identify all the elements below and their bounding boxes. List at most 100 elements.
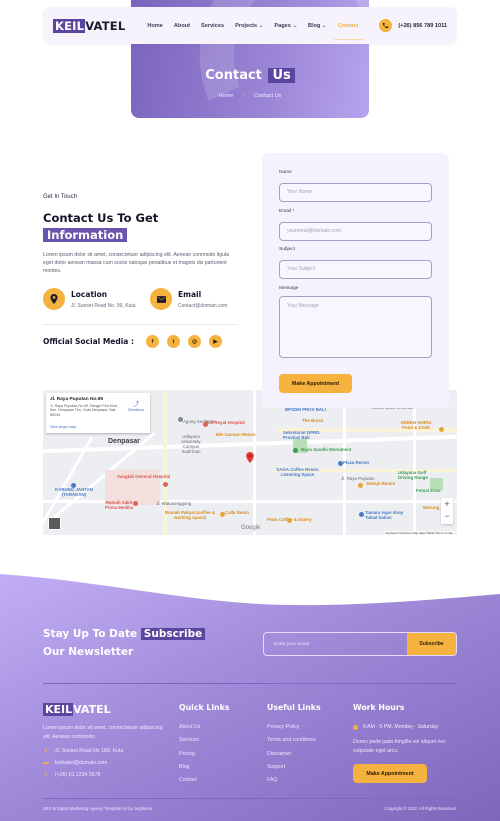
footer-description: Lorem ipsum dolor sit amet, consectetuer…: [43, 725, 163, 740]
nav-item-pages[interactable]: Pages ⌄: [274, 7, 297, 44]
zoom-in-button[interactable]: +: [441, 498, 453, 510]
quick-links-heading: Quick Links: [179, 703, 230, 712]
logo-highlight: KEIL: [53, 18, 86, 33]
nav-item-home[interactable]: Home: [147, 7, 163, 44]
map-label: Bali Royal Hospital: [205, 420, 245, 425]
instagram-icon[interactable]: ◎: [187, 335, 201, 348]
footer-phone-text[interactable]: (+26) 81 1234 5678: [55, 772, 100, 778]
email-value[interactable]: Contact@domain.com: [178, 303, 228, 309]
footer-about: KEIL VATEL Lorem ipsum dolor sit amet, c…: [43, 703, 163, 778]
map-road: [413, 390, 416, 535]
map-poi-icon[interactable]: [293, 448, 298, 453]
footer-email: ▬ keilvatel@domain.com: [43, 760, 163, 766]
map-poi-icon[interactable]: [359, 512, 364, 517]
location-value: Jl. Sunset Road No. 99, Kuta: [71, 303, 136, 309]
location-map[interactable]: Jl. Raya Puputan No.99 Jl. Raya Puputan …: [43, 390, 457, 535]
breadcrumb-home-link[interactable]: Home: [219, 93, 234, 99]
map-poi-icon[interactable]: [133, 501, 138, 506]
nav-item-about[interactable]: About: [174, 7, 190, 44]
chevron-down-icon: ⌄: [321, 22, 328, 29]
section-eyebrow: Get In Touch: [43, 194, 77, 200]
map-poi-icon[interactable]: [358, 483, 363, 488]
zoom-out-button[interactable]: −: [441, 510, 453, 522]
message-textarea[interactable]: [279, 296, 432, 358]
nav-item-services[interactable]: Services: [201, 7, 224, 44]
nav-item-label: Services: [201, 22, 225, 29]
footer-link-blog[interactable]: Blog: [179, 764, 229, 770]
map-label: Warung: [423, 505, 440, 510]
page-title-highlight: Us: [268, 68, 295, 83]
nav-item-projects[interactable]: Projects ⌄: [235, 7, 264, 44]
contact-heading-highlight: Information: [43, 228, 128, 242]
facebook-icon[interactable]: f: [145, 335, 159, 348]
footer-email-text[interactable]: keilvatel@domain.com: [55, 760, 107, 766]
map-poi-icon[interactable]: [287, 518, 292, 523]
footer-link-privacy[interactable]: Privacy Policy: [267, 724, 321, 730]
map-zoom-control: + −: [441, 498, 453, 524]
footer-useful-links: Useful Links Privacy Policy Terms and co…: [267, 703, 321, 790]
footer-make-appointment-button[interactable]: Make Appointment: [353, 764, 427, 783]
subscribe-button[interactable]: Subscribe: [407, 633, 456, 655]
footer-logo[interactable]: KEIL VATEL: [43, 703, 163, 716]
map-pin-icon: [43, 288, 65, 310]
newsletter-email-input[interactable]: [264, 633, 407, 655]
map-poi-icon[interactable]: [220, 512, 225, 517]
footer-phone: ✆ (+26) 81 1234 5678: [43, 772, 163, 778]
map-pin-icon: ●: [44, 748, 48, 754]
chevron-down-icon: ⌄: [292, 22, 298, 29]
nav-item-contact[interactable]: Contact: [333, 7, 363, 44]
clock-icon: [353, 724, 358, 730]
email-title: Email: [178, 290, 202, 299]
name-input[interactable]: [279, 182, 432, 202]
contact-description: Lorem ipsum dolor sit amet, consectetuer…: [43, 252, 229, 275]
footer-copyright: Copyright © 2022. All Rights Reserved.: [384, 806, 457, 811]
breadcrumb-current: Contact Us: [254, 93, 282, 99]
map-card-address: Jl. Raya Puputan No.99, Dangin Puri Klod…: [50, 404, 118, 417]
message-label: Message: [279, 286, 299, 291]
footer-link-about[interactable]: About Us: [179, 724, 229, 730]
map-poi-icon[interactable]: [203, 422, 208, 427]
footer-link-disclaimer[interactable]: Disclaimer: [267, 751, 321, 757]
subject-input[interactable]: [279, 259, 432, 279]
nav-item-label: Projects: [235, 22, 258, 29]
map-poi-icon[interactable]: [439, 427, 444, 432]
youtube-icon[interactable]: ▶: [208, 335, 222, 348]
footer-address-text: Jl. Sunset Road No 189, Kuta: [55, 748, 124, 754]
page-title-main: Contact: [205, 68, 262, 83]
map-label: The Brass: [302, 418, 324, 423]
view-larger-map-link[interactable]: View larger map: [50, 425, 76, 429]
footer-link-support[interactable]: Support: [267, 764, 321, 770]
nav-item-blog[interactable]: Blog ⌄: [308, 7, 327, 44]
nav-item-label: About: [173, 22, 191, 29]
google-logo: Google: [241, 525, 261, 531]
navbar: KEIL VATEL Home About Services Projects ⌄…: [43, 7, 457, 44]
footer-link-services[interactable]: Services: [179, 737, 229, 743]
map-label: Futsal Zone: [416, 488, 441, 493]
footer-link-contact[interactable]: Contact: [179, 777, 229, 783]
logo[interactable]: KEIL VATEL: [53, 18, 125, 33]
directions-button[interactable]: ⤴ Directions: [128, 399, 144, 412]
map-label: Tamara vape shop Tukad balian: [365, 510, 404, 520]
map-poi-icon[interactable]: [71, 483, 76, 488]
map-label: Calla Resto: [225, 510, 249, 515]
newsletter-highlight: Subscribe: [140, 628, 206, 640]
envelope-icon: ▬: [43, 760, 49, 766]
footer-link-faq[interactable]: FAQ: [267, 777, 321, 783]
map-label: Mie Gacoan Renon: [216, 432, 256, 437]
nav-phone[interactable]: (+26) 856 789 1011: [379, 19, 447, 32]
map-label: SAGA Coffee Renon Listening Space: [276, 467, 319, 477]
map-layer-toggle[interactable]: [48, 517, 61, 530]
email-input[interactable]: [279, 221, 432, 241]
map-poi-icon[interactable]: [338, 461, 343, 466]
map-label: Rumah Sakit Prima Medika: [104, 500, 134, 510]
map-attribution[interactable]: Keyboard shortcuts Map data ©2022 Terms …: [383, 531, 455, 535]
map-poi-icon[interactable]: [178, 417, 183, 422]
work-hours-heading: Work Hours: [353, 703, 405, 712]
footer-link-terms[interactable]: Terms and conditions: [267, 737, 321, 743]
newsletter-line2: Our Newsletter: [43, 646, 134, 658]
footer-link-pricing[interactable]: Pricing: [179, 751, 229, 757]
map-poi-icon[interactable]: [163, 482, 168, 487]
twitter-icon[interactable]: t: [166, 335, 180, 348]
map-marker-icon[interactable]: [246, 450, 254, 468]
make-appointment-button[interactable]: Make Appointment: [279, 374, 352, 393]
